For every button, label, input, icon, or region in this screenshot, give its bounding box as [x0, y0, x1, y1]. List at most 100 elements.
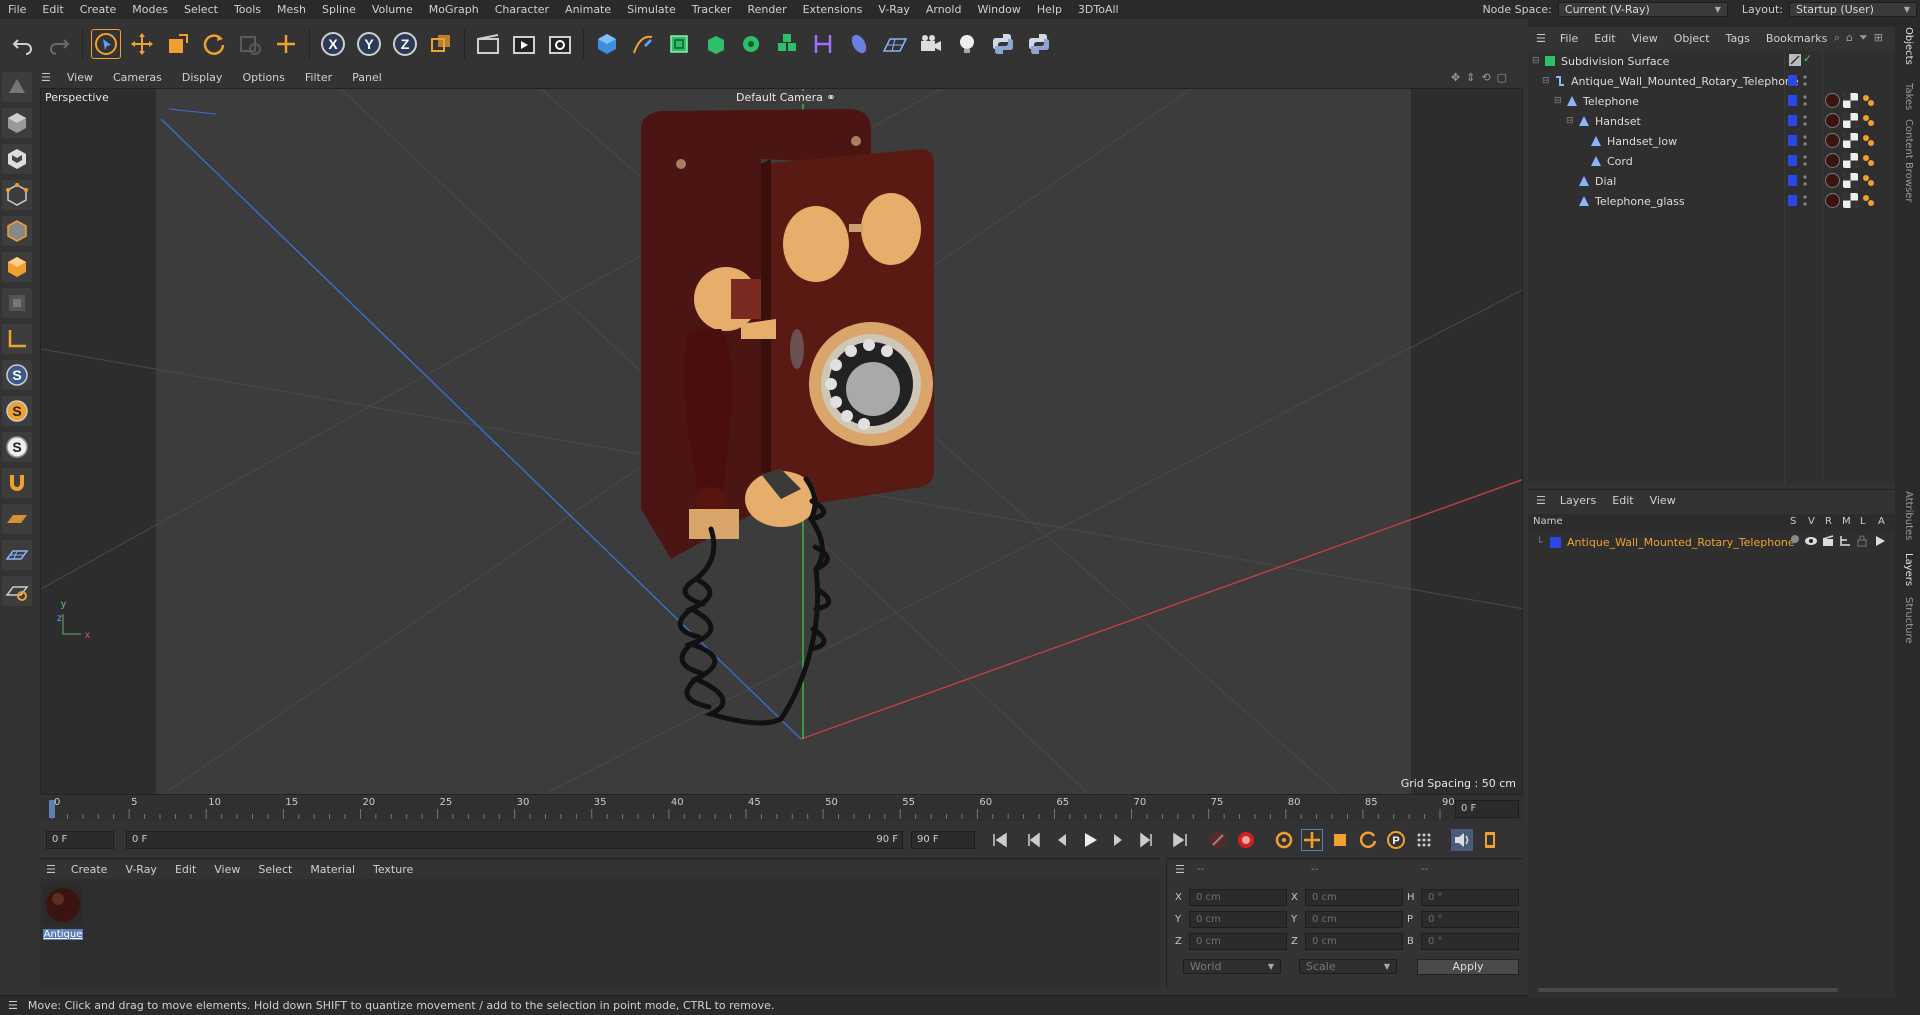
menu-modes[interactable]: Modes	[124, 0, 176, 19]
material-menu-material[interactable]: Material	[301, 863, 364, 876]
light-button[interactable]	[952, 29, 982, 59]
object-row-dial[interactable]: Dial	[1528, 171, 1895, 191]
play-button[interactable]	[1079, 829, 1101, 851]
menu-arnold[interactable]: Arnold	[918, 0, 970, 19]
model-mode-button[interactable]	[2, 108, 32, 138]
material-tag-icon[interactable]	[1825, 133, 1840, 148]
object-menu-file[interactable]: File	[1552, 32, 1586, 45]
eye-icon[interactable]	[1804, 536, 1818, 546]
coordinate-mode-dropdown[interactable]: World ▼	[1183, 959, 1281, 974]
phong-tag-icon[interactable]	[1861, 173, 1876, 188]
material-menu-edit[interactable]: Edit	[166, 863, 205, 876]
points-mode-button[interactable]	[2, 180, 32, 210]
hamburger-icon[interactable]: ☰	[0, 999, 28, 1012]
pen-spline-button[interactable]	[628, 29, 658, 59]
render-clapper-icon[interactable]	[1822, 535, 1834, 547]
current-frame-field[interactable]: 0 F	[1455, 800, 1519, 818]
object-row-handset-low[interactable]: Handset_low	[1528, 131, 1895, 151]
viewport-perspective[interactable]: z y x Perspective Default Camera ⚭ Grid …	[40, 88, 1523, 795]
texture-tag-icon[interactable]	[1843, 113, 1858, 128]
previous-frame-button[interactable]	[1051, 829, 1073, 851]
texture-tag-icon[interactable]	[1843, 193, 1858, 208]
layer-color-swatch[interactable]	[1788, 195, 1797, 206]
layer-row[interactable]: └ Antique_Wall_Mounted_Rotary_Telephone	[1528, 532, 1895, 552]
camera-label[interactable]: Default Camera ⚭	[734, 91, 838, 104]
x-axis-button[interactable]: X	[318, 29, 348, 59]
material-menu-select[interactable]: Select	[249, 863, 301, 876]
texture-tag-icon[interactable]	[1843, 153, 1858, 168]
material-menu-create[interactable]: Create	[62, 863, 117, 876]
menu-spline[interactable]: Spline	[314, 0, 364, 19]
object-menu-object[interactable]: Object	[1666, 32, 1718, 45]
texture-tag-icon[interactable]	[1843, 93, 1858, 108]
visibility-dots-icon[interactable]	[1803, 94, 1807, 108]
y-axis-button[interactable]: Y	[354, 29, 384, 59]
menu-select[interactable]: Select	[176, 0, 226, 19]
object-row-subdivision-surface[interactable]: ⊟ Subdivision Surface ✓	[1528, 51, 1895, 71]
autokey-button[interactable]	[1235, 829, 1257, 851]
layer-color-swatch[interactable]	[1788, 95, 1797, 106]
menu-create[interactable]: Create	[72, 0, 125, 19]
workplane-button[interactable]	[2, 504, 32, 534]
material-tag-icon[interactable]	[1825, 193, 1840, 208]
texture-tag-icon[interactable]	[1843, 133, 1858, 148]
quantize-button[interactable]: S	[2, 432, 32, 462]
start-frame-field[interactable]: 0 F	[46, 831, 114, 849]
material-menu-vray[interactable]: V-Ray	[116, 863, 166, 876]
object-row-telephone-glass[interactable]: Telephone_glass	[1528, 191, 1895, 211]
visibility-dots-icon[interactable]	[1803, 194, 1807, 208]
move-tool-button[interactable]	[127, 29, 157, 59]
rotation-h-field[interactable]: 0 °	[1421, 889, 1519, 906]
layer-menu-layers[interactable]: Layers	[1552, 494, 1604, 507]
key-parameter-button[interactable]: P	[1385, 829, 1407, 851]
hamburger-icon[interactable]: ☰	[40, 863, 62, 876]
transform-tool-button[interactable]	[271, 29, 301, 59]
planar-workplane-button[interactable]	[2, 576, 32, 606]
visibility-dots-icon[interactable]	[1803, 154, 1807, 168]
menu-tracker[interactable]: Tracker	[684, 0, 740, 19]
rotate-tool-button[interactable]	[199, 29, 229, 59]
collapse-toggle[interactable]: ⊟	[1532, 56, 1544, 66]
menu-help[interactable]: Help	[1029, 0, 1070, 19]
menu-mesh[interactable]: Mesh	[269, 0, 314, 19]
end-frame-field[interactable]: 90 F	[911, 831, 975, 849]
menu-volume[interactable]: Volume	[364, 0, 421, 19]
position-x-field[interactable]: 0 cm	[1189, 889, 1287, 906]
material-tag-icon[interactable]	[1825, 173, 1840, 188]
cube-button[interactable]	[592, 29, 622, 59]
layer-color-swatch[interactable]	[1788, 175, 1797, 186]
mograph-button[interactable]	[772, 29, 802, 59]
previous-key-button[interactable]	[1023, 829, 1045, 851]
phong-tag-icon[interactable]	[1861, 93, 1876, 108]
visibility-dots-icon[interactable]	[1803, 74, 1807, 88]
extrude-button[interactable]	[700, 29, 730, 59]
menu-animate[interactable]: Animate	[557, 0, 619, 19]
scale-tool-button[interactable]	[163, 29, 193, 59]
edges-mode-button[interactable]	[2, 216, 32, 246]
position-y-field[interactable]: 0 cm	[1189, 911, 1287, 928]
viewport-menu-options[interactable]: Options	[232, 71, 294, 84]
floor-button[interactable]	[880, 29, 910, 59]
material-swatch-antique[interactable]: Antique	[43, 885, 83, 940]
live-selection-button[interactable]	[91, 29, 121, 59]
position-z-field[interactable]: 0 cm	[1189, 933, 1287, 950]
animation-play-icon[interactable]	[1874, 535, 1886, 547]
timeline-sound-button[interactable]	[1451, 829, 1473, 851]
coordinate-system-button[interactable]	[426, 29, 456, 59]
apply-button[interactable]: Apply	[1417, 959, 1519, 975]
texture-mode-button[interactable]	[2, 144, 32, 174]
menu-render[interactable]: Render	[739, 0, 794, 19]
menu-file[interactable]: File	[0, 0, 34, 19]
layer-menu-edit[interactable]: Edit	[1604, 494, 1641, 507]
viewport-menu-cameras[interactable]: Cameras	[103, 71, 172, 84]
object-row-antique-wall-mounted-rotary-telephone[interactable]: ⊟ Antique_Wall_Mounted_Rotary_Telephone	[1528, 71, 1895, 91]
visibility-dots-icon[interactable]	[1803, 174, 1807, 188]
object-manager-tools[interactable]: ⌕⌂⏷⊞	[1834, 31, 1889, 45]
size-x-field[interactable]: 0 cm	[1305, 889, 1403, 906]
phong-tag-icon[interactable]	[1861, 133, 1876, 148]
viewport-menu-panel[interactable]: Panel	[342, 71, 392, 84]
render-view-button[interactable]	[509, 29, 539, 59]
subdivision-button[interactable]	[664, 29, 694, 59]
size-y-field[interactable]: 0 cm	[1305, 911, 1403, 928]
enabled-check-icon[interactable]: ✓	[1803, 52, 1812, 65]
